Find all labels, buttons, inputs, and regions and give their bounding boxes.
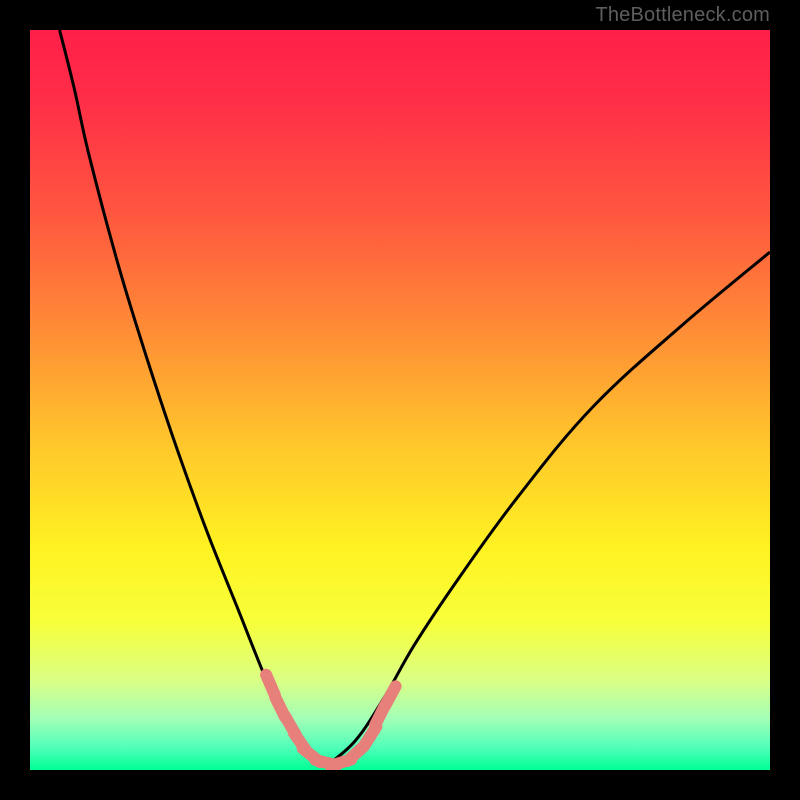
left-curve xyxy=(60,30,326,766)
marker-group xyxy=(266,675,395,766)
chart-frame: TheBottleneck.com xyxy=(0,0,800,800)
curves-layer xyxy=(30,30,770,770)
plot-area xyxy=(30,30,770,770)
marker-dash xyxy=(385,686,395,705)
attribution-label: TheBottleneck.com xyxy=(595,4,770,27)
